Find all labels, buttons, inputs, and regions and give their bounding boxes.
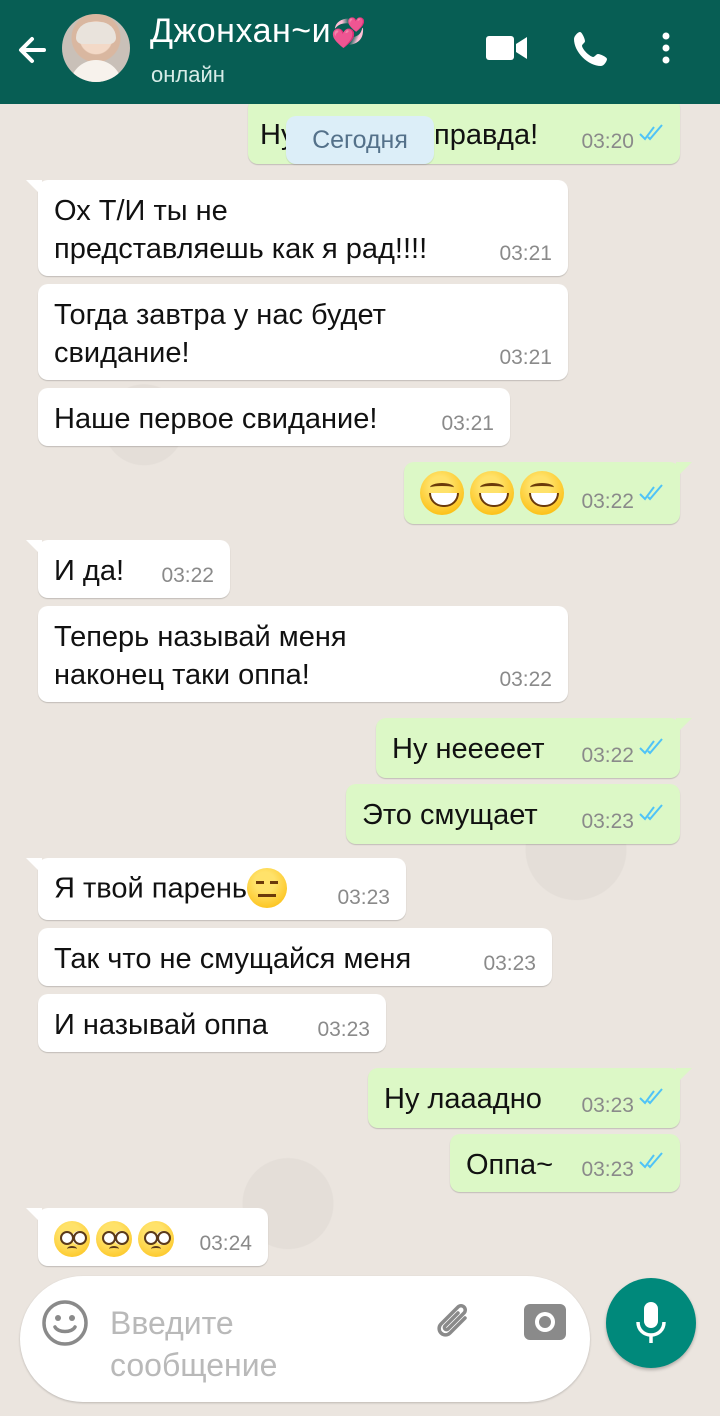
read-ticks-icon <box>638 728 666 766</box>
message-incoming[interactable]: Наше первое свидание! 03:21 <box>38 388 510 446</box>
contact-name-text: Джонхан~и <box>150 12 332 50</box>
chat-header: Джонхан~и💞 онлайн <box>0 0 720 104</box>
avatar[interactable] <box>62 14 130 82</box>
message-text-line: свидание! <box>54 337 190 369</box>
message-text: правда! <box>434 119 539 151</box>
grinning-face-emoji <box>420 471 464 515</box>
message-incoming[interactable]: Тогда завтра у нас будет свидание! 03:21 <box>38 284 568 380</box>
pleading-face-emoji <box>54 1221 90 1258</box>
message-text: Оппа~ <box>466 1149 554 1181</box>
message-incoming[interactable]: 03:24 <box>26 1208 268 1266</box>
message-time: 03:23 <box>581 1094 634 1117</box>
message-time: 03:23 <box>581 810 634 833</box>
message-text-line: Тогда завтра у нас будет <box>54 299 386 331</box>
contact-name[interactable]: Джонхан~и💞 <box>150 12 366 51</box>
microphone-button[interactable] <box>606 1278 696 1368</box>
message-incoming[interactable]: Ох Т/И ты не представляешь как я рад!!!!… <box>26 180 568 276</box>
message-time: 03:22 <box>581 744 634 767</box>
message-outgoing[interactable]: 03:22 <box>404 462 692 524</box>
read-ticks-icon <box>638 114 666 152</box>
message-text-line: представляешь как я рад!!!! <box>54 233 428 265</box>
grinning-face-emoji <box>470 471 514 515</box>
pleading-face-emoji <box>138 1221 174 1258</box>
message-outgoing[interactable]: Это смущает 03:23 <box>346 784 680 844</box>
message-text: Так что не смущайся меня <box>54 943 412 975</box>
video-call-icon[interactable] <box>484 28 530 73</box>
message-time: 03:24 <box>199 1232 252 1255</box>
attach-icon[interactable] <box>430 1298 480 1353</box>
avatar-hair <box>76 22 116 44</box>
message-text: Наше первое свидание! <box>54 403 378 435</box>
read-ticks-icon <box>638 1142 666 1180</box>
camera-icon[interactable] <box>520 1298 570 1353</box>
message-input-bar[interactable]: Введите сообщение <box>20 1276 590 1402</box>
heart-icon: 💞 <box>331 17 367 48</box>
message-text-line: наконец таки оппа! <box>54 659 310 691</box>
pleading-face-emoji <box>96 1221 132 1258</box>
read-ticks-icon <box>638 474 666 512</box>
more-options-icon[interactable] <box>656 28 676 75</box>
contact-status: онлайн <box>151 62 225 87</box>
message-outgoing[interactable]: Ну неееeет 03:22 <box>376 718 692 778</box>
microphone-icon <box>636 1302 666 1343</box>
message-outgoing[interactable]: Оппа~ 03:23 <box>450 1134 680 1192</box>
message-text: Я твой парень <box>54 872 247 905</box>
grinning-face-emoji <box>520 471 564 515</box>
message-time: 03:23 <box>317 1018 370 1041</box>
message-text-line: Теперь называй меня <box>54 621 347 653</box>
message-time: 03:23 <box>337 886 390 909</box>
message-time: 03:20 <box>581 130 634 153</box>
message-incoming[interactable]: И называй оппа 03:23 <box>38 994 386 1052</box>
message-incoming[interactable]: Теперь называй меня наконец таки оппа! 0… <box>38 606 568 702</box>
message-time: 03:22 <box>499 668 552 691</box>
expressionless-face-emoji <box>246 868 287 909</box>
message-time: 03:23 <box>483 952 536 975</box>
message-time: 03:22 <box>581 490 634 513</box>
message-time: 03:21 <box>499 346 552 369</box>
message-incoming[interactable]: Я твой парень 03:23 <box>26 858 406 920</box>
message-time: 03:21 <box>499 242 552 265</box>
message-input-placeholder[interactable]: Введите сообщение <box>110 1302 410 1386</box>
read-ticks-icon <box>638 1078 666 1116</box>
avatar-shirt <box>70 60 122 82</box>
emoji-icon[interactable] <box>40 1298 90 1353</box>
date-chip: Сегодня <box>286 116 434 164</box>
placeholder-line: сообщение <box>110 1347 278 1383</box>
message-incoming[interactable]: И да! 03:22 <box>26 540 230 598</box>
message-incoming[interactable]: Так что не смущайся меня 03:23 <box>38 928 552 986</box>
voice-call-icon[interactable] <box>570 28 612 75</box>
message-time: 03:22 <box>161 564 214 587</box>
message-text-line: Ох Т/И ты не <box>54 195 228 227</box>
read-ticks-icon <box>638 794 666 832</box>
message-time: 03:21 <box>441 412 494 435</box>
message-time: 03:23 <box>581 1158 634 1181</box>
placeholder-line: Введите <box>110 1305 234 1341</box>
back-arrow-icon[interactable] <box>14 28 54 72</box>
message-outgoing[interactable]: Ну лааадно 03:23 <box>368 1068 692 1128</box>
